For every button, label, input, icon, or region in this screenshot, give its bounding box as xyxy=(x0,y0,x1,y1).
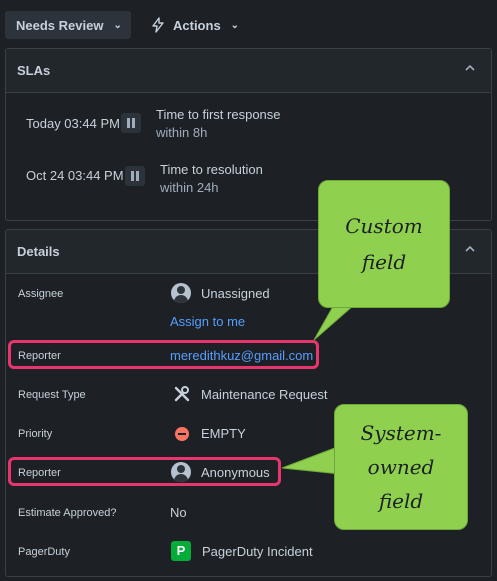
avatar-icon xyxy=(171,283,191,303)
details-panel-title: Details xyxy=(17,244,60,259)
assignee-label: Assignee xyxy=(18,288,64,300)
pause-icon[interactable] xyxy=(125,166,145,186)
priority-blocked-icon xyxy=(175,427,189,441)
sla-date: Oct 24 03:44 PM xyxy=(26,168,124,183)
tools-icon xyxy=(174,386,190,402)
sla-target: within 8h xyxy=(156,125,208,140)
sla-date: Today 03:44 PM xyxy=(26,116,120,131)
chevron-up-icon[interactable] xyxy=(465,244,475,254)
estimate-approved-value[interactable]: No xyxy=(170,505,187,520)
callout-line: field xyxy=(378,489,424,513)
pagerduty-value[interactable]: PagerDuty Incident xyxy=(202,544,313,559)
priority-value[interactable]: EMPTY xyxy=(201,426,246,441)
sla-target: within 24h xyxy=(160,180,219,195)
sla-title: Time to resolution xyxy=(160,162,263,177)
sla-panel-header[interactable]: SLAs xyxy=(6,49,491,93)
assign-to-me-link[interactable]: Assign to me xyxy=(170,314,245,329)
request-type-value[interactable]: Maintenance Request xyxy=(201,387,327,402)
sla-item: Today 03:44 PM Time to first response wi… xyxy=(6,107,491,151)
callout-line: System- xyxy=(360,421,442,445)
sla-title: Time to first response xyxy=(156,107,281,122)
actions-label: Actions xyxy=(173,17,221,33)
lightning-bolt-icon xyxy=(152,17,164,33)
actions-button[interactable]: Actions ⌄ xyxy=(150,11,239,39)
pagerduty-label: PagerDuty xyxy=(18,546,70,558)
toolbar: Needs Review ⌄ Actions ⌄ xyxy=(0,0,497,46)
callout-line: owned xyxy=(367,455,435,479)
chevron-down-icon: ⌄ xyxy=(230,19,240,31)
system-field-callout: System- owned field xyxy=(334,404,468,530)
custom-field-highlight xyxy=(8,340,319,369)
status-dropdown-button[interactable]: Needs Review ⌄ xyxy=(5,11,131,39)
system-field-highlight xyxy=(8,457,281,486)
priority-label: Priority xyxy=(18,428,53,440)
estimate-approved-label: Estimate Approved? xyxy=(18,507,117,519)
pause-icon[interactable] xyxy=(121,113,141,133)
chevron-down-icon: ⌄ xyxy=(113,19,122,31)
custom-field-callout: Custom field xyxy=(318,180,450,308)
chevron-up-icon[interactable] xyxy=(465,63,475,73)
status-label: Needs Review xyxy=(16,17,104,33)
callout-line: field xyxy=(361,250,407,274)
sla-panel-title: SLAs xyxy=(17,63,51,78)
assignee-value[interactable]: Unassigned xyxy=(201,286,270,301)
pagerduty-icon: P xyxy=(171,541,191,561)
callout-line: Custom xyxy=(345,214,423,238)
request-type-label: Request Type xyxy=(18,389,86,401)
